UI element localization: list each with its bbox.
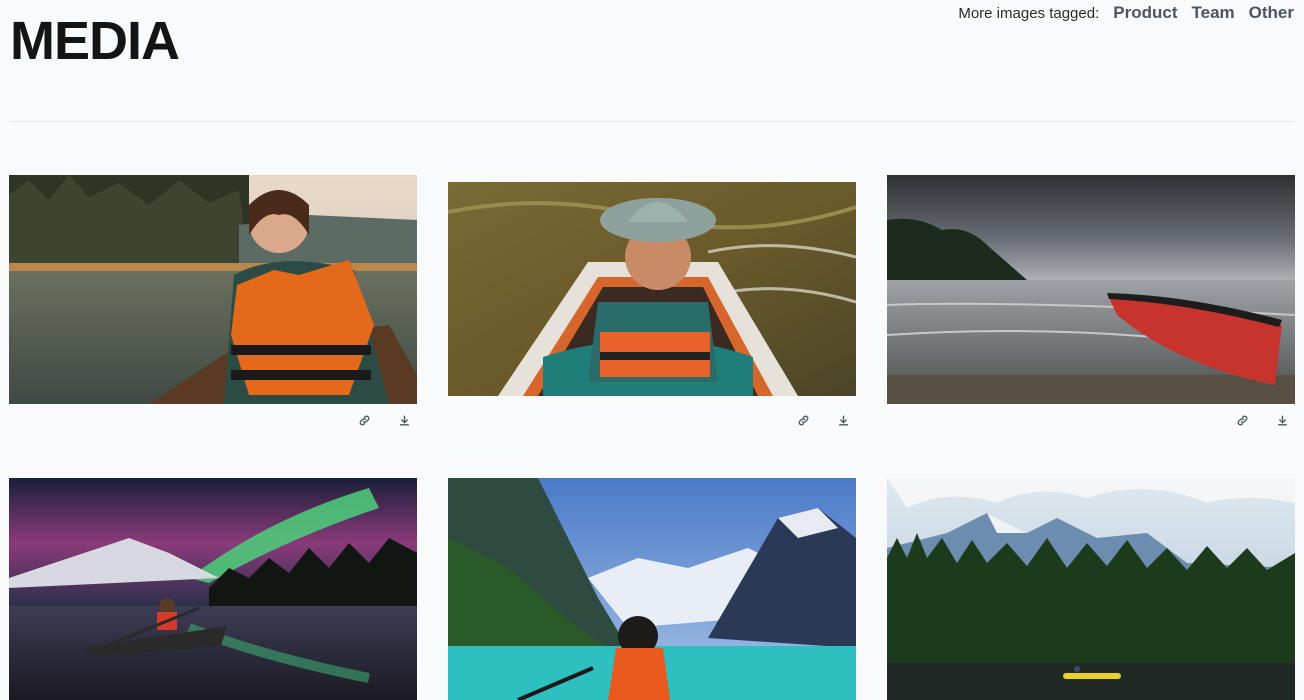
media-image[interactable] (9, 478, 417, 700)
page-title: MEDIA (10, 11, 180, 71)
media-card (9, 478, 417, 700)
link-icon[interactable] (794, 411, 812, 429)
tag-link-product[interactable]: Product (1113, 3, 1177, 23)
media-card (887, 478, 1295, 700)
media-card (448, 478, 856, 700)
image-actions (1233, 411, 1291, 429)
image-actions (355, 411, 413, 429)
header-divider (9, 121, 1295, 122)
media-image[interactable] (448, 478, 856, 700)
download-icon[interactable] (834, 411, 852, 429)
image-actions (794, 411, 852, 429)
media-card (9, 175, 417, 426)
link-icon[interactable] (1233, 411, 1251, 429)
media-image[interactable] (887, 175, 1295, 404)
media-card (887, 175, 1295, 426)
tag-nav-label: More images tagged: (958, 5, 1100, 22)
media-image[interactable] (9, 175, 417, 404)
download-icon[interactable] (395, 411, 413, 429)
media-page: MEDIA More images tagged: Product Team O… (0, 0, 1304, 700)
media-card (448, 182, 856, 426)
tag-nav: More images tagged: Product Team Other (958, 3, 1294, 23)
tag-link-other[interactable]: Other (1249, 3, 1294, 23)
tag-link-team[interactable]: Team (1192, 3, 1235, 23)
download-icon[interactable] (1273, 411, 1291, 429)
media-image[interactable] (887, 478, 1295, 700)
media-image[interactable] (448, 182, 856, 396)
link-icon[interactable] (355, 411, 373, 429)
